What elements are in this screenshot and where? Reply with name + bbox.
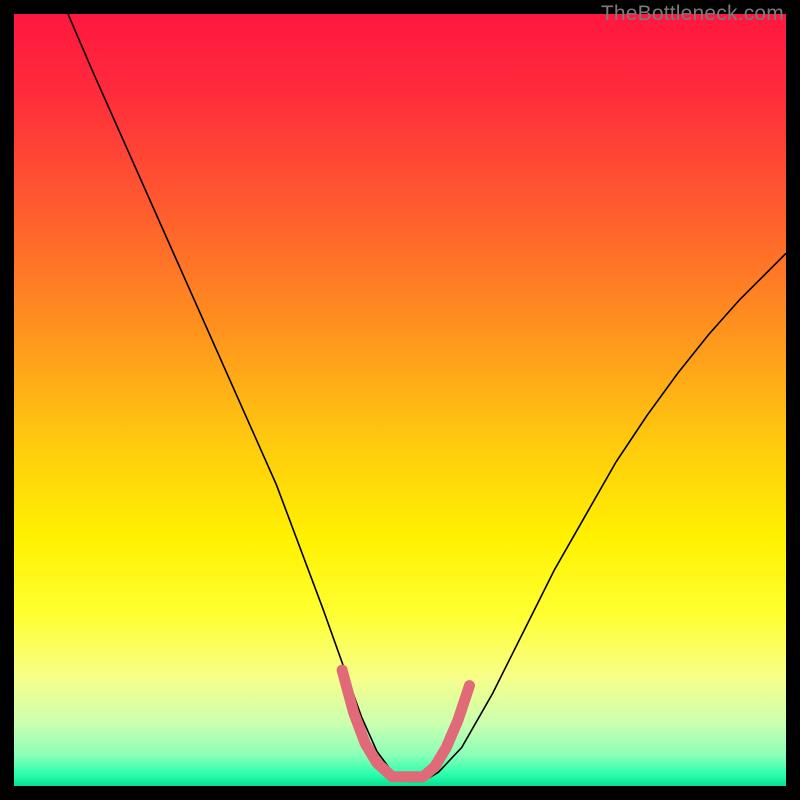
chart-frame	[14, 14, 786, 786]
bottleneck-chart	[14, 14, 786, 786]
watermark-label: TheBottleneck.com	[601, 2, 784, 26]
chart-background	[14, 14, 786, 786]
